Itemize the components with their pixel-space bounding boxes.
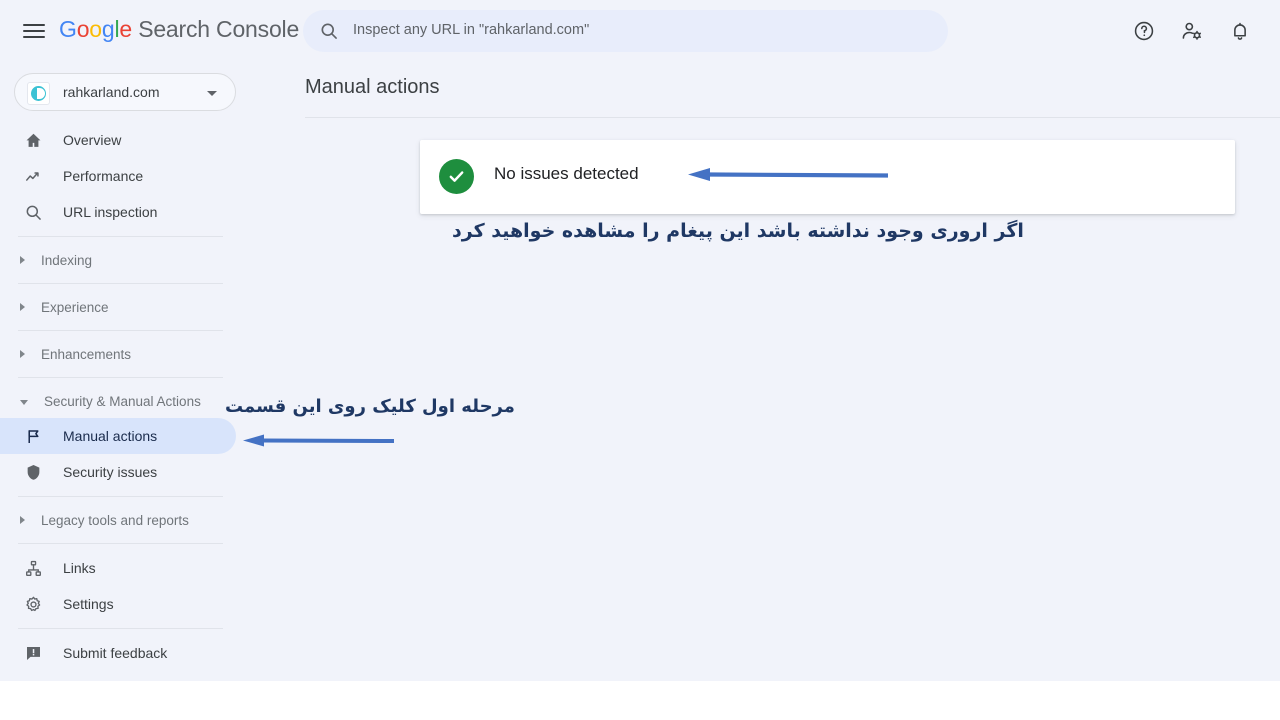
- trending-up-icon: [22, 165, 44, 187]
- chevron-right-icon: [20, 516, 25, 524]
- sidebar-group-indexing[interactable]: Indexing: [0, 243, 237, 277]
- sidebar-item-label: Settings: [63, 596, 114, 612]
- sidebar-nav: Overview Performance URL inspection Inde…: [0, 122, 237, 671]
- sidebar-item-label: URL inspection: [63, 204, 158, 220]
- sidebar-group-security-manual-actions[interactable]: Security & Manual Actions: [0, 384, 237, 418]
- sidebar-item-label: Security issues: [63, 464, 158, 480]
- favicon-glyph: [31, 86, 46, 101]
- property-selector[interactable]: rahkarland.com: [14, 73, 236, 111]
- divider: [18, 283, 223, 284]
- hamburger-bar: [23, 30, 45, 32]
- feedback-icon: [22, 642, 44, 664]
- divider: [18, 496, 223, 497]
- url-inspection-search-bar[interactable]: Inspect any URL in "rahkarland.com": [303, 10, 948, 52]
- main-content: Manual actions No issues detected: [237, 62, 1280, 681]
- sidebar-item-label: Manual actions: [63, 428, 158, 444]
- sidebar-item-performance[interactable]: Performance: [0, 158, 237, 194]
- annotation-arrow-to-manual-actions: [243, 434, 395, 447]
- home-icon: [22, 129, 44, 151]
- search-placeholder: Inspect any URL in "rahkarland.com": [353, 22, 590, 38]
- shield-icon: [22, 461, 44, 483]
- sidebar-group-label: Legacy tools and reports: [41, 512, 189, 528]
- account-settings-icon[interactable]: [1177, 16, 1207, 46]
- sidebar-group-experience[interactable]: Experience: [0, 290, 237, 324]
- divider: [18, 330, 223, 331]
- site-favicon-icon: [27, 82, 50, 105]
- sidebar-item-manual-actions[interactable]: Manual actions: [0, 418, 236, 454]
- sidebar-item-url-inspection[interactable]: URL inspection: [0, 194, 237, 230]
- google-logo: Google: [59, 16, 132, 42]
- top-app-bar: Google Search Console Inspect any URL in…: [0, 0, 1280, 62]
- chevron-right-icon: [20, 350, 25, 358]
- chevron-right-icon: [20, 303, 25, 311]
- help-icon[interactable]: [1129, 16, 1159, 46]
- sidebar-item-links[interactable]: Links: [0, 550, 237, 586]
- sidebar-group-label: Indexing: [41, 252, 93, 268]
- search-icon: [319, 21, 339, 41]
- notifications-bell-icon[interactable]: [1225, 16, 1255, 46]
- top-bar-icon-group: [1129, 16, 1255, 46]
- page-title: Manual actions: [305, 76, 440, 98]
- sidebar-item-label: Performance: [63, 168, 144, 184]
- sidebar-item-label: Links: [63, 560, 96, 576]
- sidebar-item-overview[interactable]: Overview: [0, 122, 237, 158]
- annotation-arrow-to-status-card: [688, 168, 889, 181]
- divider: [18, 236, 223, 237]
- property-label: rahkarland.com: [63, 84, 160, 100]
- sidebar-group-enhancements[interactable]: Enhancements: [0, 337, 237, 371]
- links-hierarchy-icon: [22, 557, 44, 579]
- status-message: No issues detected: [494, 164, 639, 183]
- flag-icon: [22, 425, 44, 447]
- brand-suffix-label: Search Console: [132, 16, 300, 42]
- green-check-circle-icon: [439, 159, 474, 194]
- annotation-text-first-step: مرحله اول کلیک روی این قسمت: [225, 396, 515, 417]
- sidebar-item-settings[interactable]: Settings: [0, 586, 237, 622]
- search-console-app: Google Search Console Inspect any URL in…: [0, 0, 1280, 681]
- hamburger-bar: [23, 24, 45, 26]
- search-icon: [22, 201, 44, 223]
- sidebar-group-label: Experience: [41, 299, 109, 315]
- sidebar-item-security-issues[interactable]: Security issues: [0, 454, 237, 490]
- sidebar-group-legacy-tools[interactable]: Legacy tools and reports: [0, 503, 237, 537]
- hamburger-menu-icon[interactable]: [20, 17, 48, 45]
- hamburger-bar: [23, 36, 45, 38]
- divider: [18, 377, 223, 378]
- annotation-text-no-issues: اگر اروری وجود نداشته باشد این پیغام را …: [452, 220, 1024, 242]
- chevron-down-icon: [207, 91, 217, 96]
- sidebar-group-label: Enhancements: [41, 346, 132, 362]
- gear-icon: [22, 593, 44, 615]
- chevron-right-icon: [20, 256, 25, 264]
- divider: [18, 628, 223, 629]
- sidebar-group-label: Security & Manual Actions: [44, 393, 201, 409]
- sidebar: rahkarland.com Overview Performance URL …: [0, 62, 237, 681]
- divider: [305, 117, 1280, 118]
- sidebar-item-label: Overview: [63, 132, 122, 148]
- divider: [18, 543, 223, 544]
- sidebar-item-label: Submit feedback: [63, 645, 168, 661]
- chevron-down-icon: [20, 400, 28, 405]
- sidebar-item-submit-feedback[interactable]: Submit feedback: [0, 635, 237, 671]
- brand-title[interactable]: Google Search Console: [59, 16, 299, 43]
